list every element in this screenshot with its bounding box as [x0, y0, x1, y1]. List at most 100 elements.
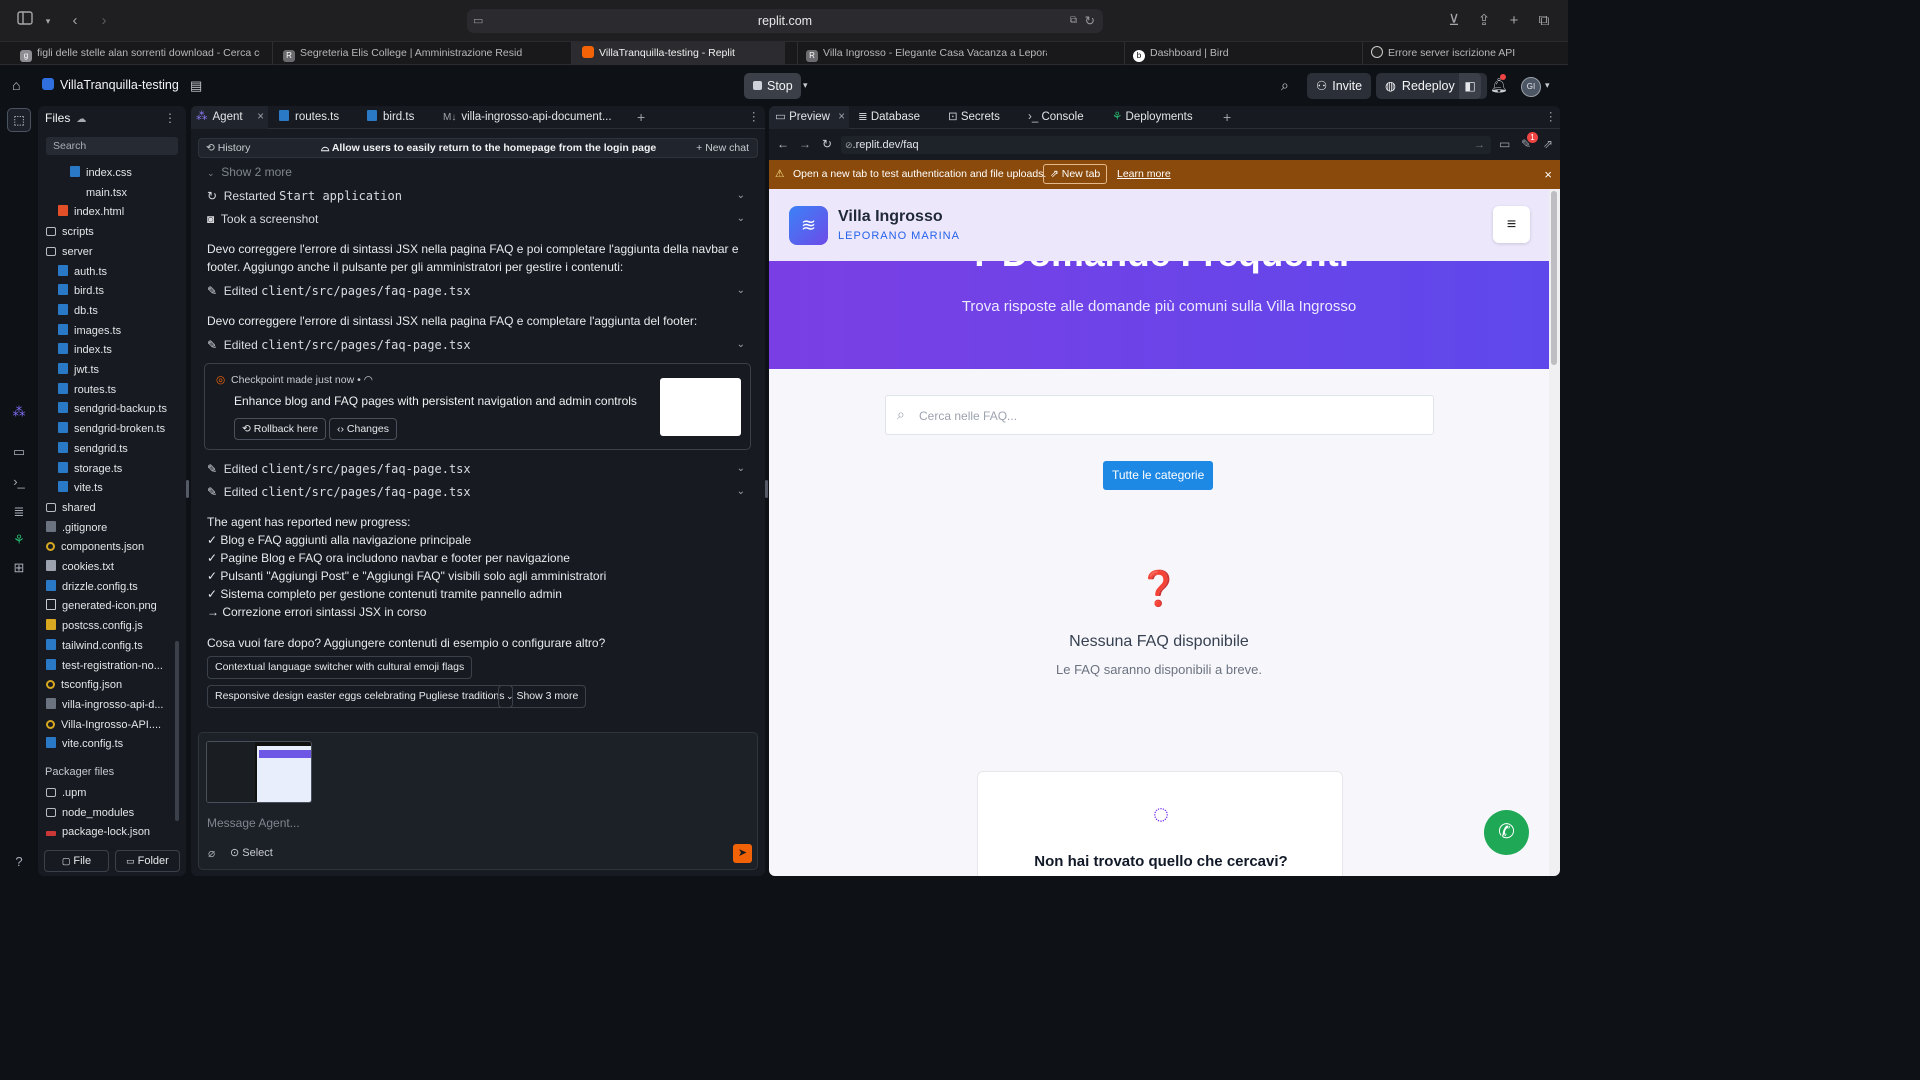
- file-item[interactable]: Villa-Ingrosso-API....: [46, 716, 161, 735]
- go-icon[interactable]: →: [1474, 136, 1485, 154]
- attached-screenshot[interactable]: [206, 741, 312, 803]
- file-tree-scrollbar[interactable]: [175, 641, 179, 821]
- console-icon[interactable]: ›_: [11, 474, 27, 490]
- preview-icon[interactable]: ▭: [11, 444, 27, 460]
- file-item[interactable]: sendgrid-backup.ts: [58, 400, 167, 419]
- action-edited[interactable]: ✎ Edited client/src/pages/faq-page.tsx: [207, 284, 471, 298]
- tab-bird[interactable]: bird.ts: [363, 106, 433, 129]
- file-item[interactable]: bird.ts: [58, 282, 104, 301]
- workspace-menu-icon[interactable]: ▤: [190, 65, 206, 106]
- message-input[interactable]: Message Agent...: [207, 816, 300, 830]
- home-icon[interactable]: ⌂: [12, 65, 28, 106]
- browser-tab[interactable]: g figli delle stelle alan sorrenti downlo…: [12, 42, 260, 65]
- device-icon[interactable]: ▭: [1499, 137, 1510, 151]
- file-item[interactable]: routes.ts: [58, 381, 116, 400]
- tab-deployments[interactable]: ⚘ Deployments: [1112, 106, 1193, 129]
- file-item[interactable]: storage.ts: [58, 460, 122, 479]
- project-title[interactable]: VillaTranquilla-testing: [42, 65, 179, 106]
- search-icon[interactable]: ⌕: [1281, 65, 1289, 106]
- changes-button[interactable]: ‹› Changes: [329, 418, 397, 440]
- forward-icon[interactable]: ›: [94, 11, 114, 31]
- file-item[interactable]: drizzle.config.ts: [46, 578, 138, 597]
- brand-name[interactable]: Villa Ingrosso: [838, 208, 943, 226]
- suggestion-chip[interactable]: Responsive design easter eggs celebratin…: [207, 685, 513, 708]
- tab-console[interactable]: ›_ Console: [1028, 106, 1084, 129]
- file-item[interactable]: .gitignore: [46, 519, 107, 538]
- tab-preview[interactable]: ▭ Preview ×: [769, 106, 849, 129]
- translate-icon[interactable]: ⧉: [1070, 9, 1077, 33]
- all-tools-icon[interactable]: ⊞: [11, 560, 27, 576]
- browser-tab-active[interactable]: VillaTranquilla-testing - Replit: [571, 42, 785, 65]
- file-item[interactable]: images.ts: [58, 322, 121, 341]
- file-item[interactable]: package-lock.json: [46, 823, 150, 842]
- more-options-icon[interactable]: ⋮: [1545, 106, 1557, 129]
- category-filter-button[interactable]: Tutte le categorie: [1103, 461, 1214, 490]
- avatar-chevron-icon[interactable]: ▾: [1545, 65, 1550, 106]
- file-item[interactable]: tailwind.config.ts: [46, 637, 143, 656]
- file-item[interactable]: index.ts: [58, 341, 112, 360]
- file-item[interactable]: tsconfig.json: [46, 676, 122, 695]
- chevron-down-icon[interactable]: ⌄: [737, 285, 745, 296]
- new-file-button[interactable]: ▢ File: [44, 850, 109, 872]
- database-icon[interactable]: ≣: [11, 504, 27, 520]
- download-icon[interactable]: ⊻: [1444, 11, 1464, 31]
- share-icon[interactable]: ⇪: [1474, 11, 1494, 31]
- show-more-suggestions[interactable]: ⌄ Show 3 more: [498, 685, 587, 708]
- sidebar-toggle-icon[interactable]: [15, 11, 35, 31]
- chevron-down-icon[interactable]: ⌄: [737, 190, 745, 201]
- chevron-down-icon[interactable]: ⌄: [737, 213, 745, 224]
- tab-agent[interactable]: ⁂ Agent ×: [191, 106, 268, 129]
- file-item[interactable]: sendgrid.ts: [58, 440, 128, 459]
- close-icon[interactable]: ×: [257, 106, 264, 129]
- file-item[interactable]: vite.ts: [58, 479, 103, 498]
- action-restarted[interactable]: ↻ Restarted Start application: [207, 189, 402, 203]
- folder-item[interactable]: scripts: [46, 223, 94, 242]
- tab-secrets[interactable]: ⊡ Secrets: [948, 106, 1000, 129]
- preview-scrollbar[interactable]: [1551, 191, 1557, 365]
- file-search-input[interactable]: Search: [46, 137, 178, 155]
- file-item[interactable]: db.ts: [58, 302, 98, 321]
- file-item[interactable]: main.tsx: [70, 184, 127, 203]
- file-item[interactable]: jwt.ts: [58, 361, 99, 380]
- agent-icon[interactable]: ⁂: [11, 404, 27, 420]
- open-external-icon[interactable]: ⇗: [1543, 137, 1553, 151]
- new-tab-icon[interactable]: +: [1504, 11, 1524, 31]
- history-button[interactable]: ⟲ History: [206, 139, 250, 157]
- file-item[interactable]: villa-ingrosso-api-d...: [46, 696, 163, 715]
- rollback-button[interactable]: ⟲ Rollback here: [234, 418, 326, 440]
- checkpoint-thumbnail[interactable]: [660, 378, 741, 436]
- browser-tab[interactable]: b Dashboard | Bird: [1124, 42, 1354, 65]
- hamburger-menu-icon[interactable]: ≡: [1493, 206, 1530, 243]
- send-button[interactable]: ➤: [733, 844, 752, 863]
- action-edited[interactable]: ✎ Edited client/src/pages/faq-page.tsx: [207, 485, 471, 499]
- close-icon[interactable]: ×: [838, 106, 845, 129]
- tab-database[interactable]: ≣ Database: [858, 106, 920, 129]
- browser-tab[interactable]: R Segreteria Elis College | Amministrazio…: [272, 42, 522, 65]
- file-item[interactable]: cookies.txt: [46, 558, 114, 577]
- file-item[interactable]: components.json: [46, 538, 144, 557]
- faq-search-input[interactable]: ⌕ Cerca nelle FAQ...: [885, 395, 1434, 435]
- forward-icon[interactable]: →: [799, 137, 811, 151]
- panel-resize-handle[interactable]: [186, 480, 189, 498]
- new-folder-button[interactable]: ▭ Folder: [115, 850, 180, 872]
- file-item[interactable]: sendgrid-broken.ts: [58, 420, 165, 439]
- reload-icon[interactable]: ↻: [822, 137, 832, 151]
- back-icon[interactable]: ←: [777, 137, 789, 151]
- run-options-chevron-icon[interactable]: ▾: [803, 65, 808, 106]
- deploy-status-icon[interactable]: ◧: [1459, 73, 1481, 99]
- action-edited[interactable]: ✎ Edited client/src/pages/faq-page.tsx: [207, 462, 471, 476]
- file-item[interactable]: postcss.config.js: [46, 617, 143, 636]
- stop-button[interactable]: Stop: [744, 73, 801, 99]
- deployments-icon[interactable]: ⚘: [11, 532, 27, 548]
- close-icon[interactable]: ×: [1544, 160, 1552, 189]
- add-tab-icon[interactable]: +: [637, 106, 645, 129]
- attach-icon[interactable]: ⌀: [208, 846, 215, 860]
- file-item[interactable]: test-registration-no...: [46, 657, 163, 676]
- panel-resize-handle[interactable]: [765, 480, 768, 498]
- file-item[interactable]: index.html: [58, 203, 124, 222]
- address-bar[interactable]: ▭ replit.com ⧉ ↻: [467, 9, 1103, 33]
- folder-item[interactable]: server: [46, 243, 93, 262]
- chevron-down-icon[interactable]: ⌄: [737, 486, 745, 497]
- new-chat-button[interactable]: + New chat: [696, 139, 749, 157]
- file-item[interactable]: generated-icon.png: [46, 597, 157, 616]
